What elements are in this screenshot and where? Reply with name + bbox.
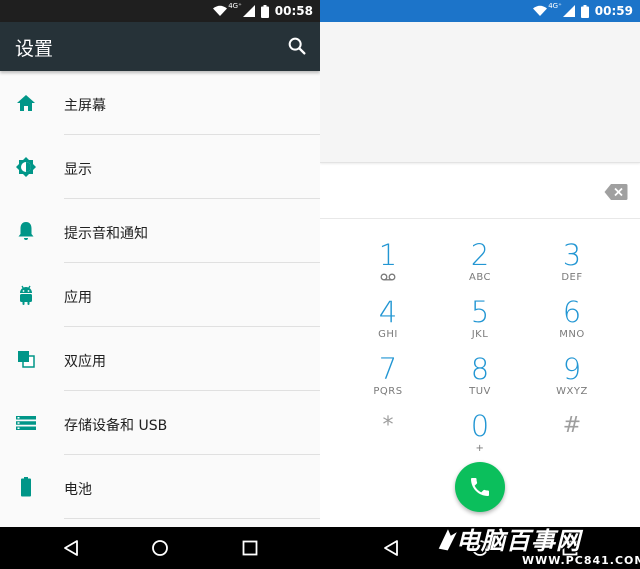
settings-item-label: 双应用 [64, 354, 106, 370]
dialpad-key-3[interactable]: 3 DEF [527, 238, 617, 284]
home-nav-icon[interactable] [151, 539, 169, 557]
status-time: 00:59 [594, 4, 633, 18]
network-type: 4G⁺ [548, 2, 562, 10]
dialpad-key-star[interactable]: * [343, 409, 433, 443]
search-icon[interactable] [286, 35, 308, 57]
call-log-area [320, 22, 640, 163]
bell-icon [18, 222, 34, 240]
dialpad-letters: JKL [471, 329, 489, 340]
dialpad-key-6[interactable]: 6 MNO [527, 295, 617, 341]
dialpad-digit: * [382, 413, 394, 438]
home-icon [17, 95, 35, 111]
settings-item-label: 提示音和通知 [64, 226, 148, 242]
dialpad-key-5[interactable]: 5 JKL [435, 295, 525, 341]
signal-icon [562, 5, 575, 17]
dialpad-letters: TUV [469, 386, 491, 397]
divider [64, 518, 320, 519]
call-button[interactable] [455, 462, 505, 512]
settings-item-label: 存储设备和 USB [64, 418, 168, 434]
settings-item-storage-usb[interactable]: 存储设备和 USB [0, 391, 320, 455]
dialpad-letters: + [475, 443, 485, 454]
status-time: 00:58 [274, 4, 313, 18]
settings-item-label: 显示 [64, 162, 92, 178]
settings-item-apps[interactable]: 应用 [0, 263, 320, 327]
settings-item-label: 电池 [64, 482, 92, 498]
recents-icon[interactable] [241, 539, 259, 557]
dialpad-letters: PQRS [373, 386, 403, 397]
settings-item-label: 应用 [64, 290, 92, 306]
dialpad-digit: 3 [562, 238, 582, 272]
android-icon [20, 285, 32, 305]
settings-item-dual-apps[interactable]: 双应用 [0, 327, 320, 391]
battery-status-icon [260, 4, 269, 18]
settings-item-sound-notification[interactable]: 提示音和通知 [0, 199, 320, 263]
wifi-icon [213, 5, 228, 16]
settings-list: 主屏幕 显示 提示音和通知 应用 双应用 存储设备和 USB 电池 [0, 71, 320, 519]
dialpad-digit: 7 [378, 352, 398, 386]
settings-item-home-screen[interactable]: 主屏幕 [0, 71, 320, 135]
dialpad-key-pound[interactable]: # [527, 409, 617, 443]
dialer-screen: 4G⁺ 00:59 1 2 ABC 3 DEF 4 GHI 5 JKL 6 MN… [320, 0, 640, 527]
battery-icon [21, 477, 31, 497]
watermark-url: WWW.PC841.COM [522, 554, 640, 567]
dialpad-digit: 0 [470, 409, 490, 443]
watermark: 电脑百事网 WWW.PC841.COM [434, 521, 640, 569]
dialpad-key-7[interactable]: 7 PQRS [343, 352, 433, 398]
status-bar: 4G⁺ 00:59 [320, 0, 640, 22]
voicemail-icon [380, 273, 396, 281]
dialpad-digit: # [562, 413, 582, 438]
back-icon[interactable] [62, 539, 80, 557]
dialpad-key-0[interactable]: 0 + [435, 409, 525, 455]
battery-status-icon [580, 4, 589, 18]
settings-item-display[interactable]: 显示 [0, 135, 320, 199]
dialpad-digit: 9 [562, 352, 582, 386]
storage-icon [16, 416, 36, 430]
backspace-icon[interactable] [604, 183, 628, 201]
dual-app-icon [18, 351, 35, 368]
dialpad-digit: 6 [562, 295, 582, 329]
dialpad-digit: 2 [470, 238, 490, 272]
dialpad-key-2[interactable]: 2 ABC [435, 238, 525, 284]
settings-toolbar: 设置 [0, 22, 320, 71]
settings-item-label: 主屏幕 [64, 98, 106, 114]
dialpad-key-4[interactable]: 4 GHI [343, 295, 433, 341]
dialpad-digit: 1 [378, 238, 398, 272]
dialpad-key-1[interactable]: 1 [343, 238, 433, 281]
back-icon[interactable] [382, 539, 400, 557]
dialpad-digit: 8 [470, 352, 490, 386]
wifi-icon [533, 5, 548, 16]
dialpad-digit: 4 [378, 295, 398, 329]
brightness-icon [16, 157, 36, 177]
dialpad-key-8[interactable]: 8 TUV [435, 352, 525, 398]
watermark-text: 电脑百事网 [456, 527, 581, 555]
dialpad-digit: 5 [470, 295, 490, 329]
dialpad-letters: DEF [561, 272, 583, 283]
status-bar: 4G⁺ 00:58 [0, 0, 320, 22]
signal-icon [242, 5, 255, 17]
dialpad-letters: MNO [559, 329, 585, 340]
page-title: 设置 [15, 38, 54, 60]
digits-field[interactable] [320, 163, 640, 219]
dialpad-key-9[interactable]: 9 WXYZ [527, 352, 617, 398]
settings-screen: 4G⁺ 00:58 设置 主屏幕 显示 提示音和通知 应用 双应用 存储设备和 … [0, 0, 320, 527]
dialpad-letters: ABC [468, 272, 491, 283]
dialpad-letters: WXYZ [556, 386, 588, 397]
settings-item-battery[interactable]: 电池 [0, 455, 320, 519]
network-type: 4G⁺ [228, 2, 242, 10]
dialpad-letters: GHI [378, 329, 398, 340]
phone-icon [471, 478, 489, 496]
